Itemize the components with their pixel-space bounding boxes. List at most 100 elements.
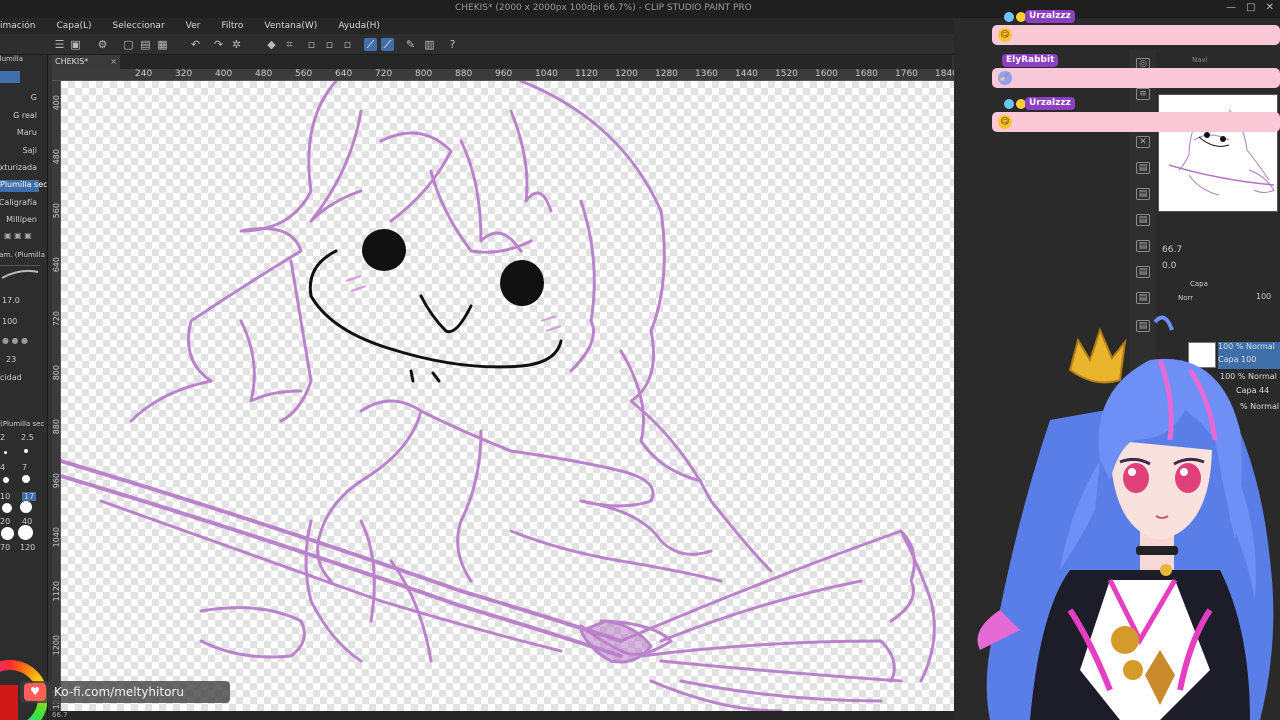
brush-plumilla-seca[interactable]: Plumilla seca	[0, 180, 47, 192]
chat-username[interactable]: Urzalzzz	[1025, 10, 1075, 23]
size-dot[interactable]	[2, 503, 12, 513]
brush-size-panel-label: (Plumilla sec	[0, 420, 45, 428]
fill-icon[interactable]: ◆	[265, 38, 278, 51]
navigator-zoom-value[interactable]: 66.7	[1162, 245, 1182, 255]
close-button[interactable]: ✕	[1266, 2, 1274, 13]
layer-search-icon[interactable]: ▤	[1136, 188, 1150, 200]
chat-emote-icon: 🧹	[998, 71, 1012, 85]
ruler-icon[interactable]: ▫	[323, 38, 336, 51]
chat-username[interactable]: ElyRabbit	[1002, 54, 1059, 67]
antialias-selector[interactable]: ● ● ●	[2, 336, 38, 345]
panel-header: Plumilla	[0, 55, 23, 63]
camera-icon[interactable]: ▤	[1136, 292, 1150, 304]
ruler-tick-label: 640	[52, 257, 61, 273]
help-icon[interactable]: ?	[446, 38, 459, 51]
brush-texturizada[interactable]: Texturizada	[0, 163, 37, 172]
redo-icon[interactable]: ↷	[212, 38, 225, 51]
layer-tab-label[interactable]: Capa	[1190, 280, 1208, 288]
color-square[interactable]	[0, 685, 18, 720]
ruler-tick-label: 480	[52, 149, 61, 165]
menu-icon[interactable]: ☰	[53, 38, 66, 51]
size-preset[interactable]: 7	[22, 463, 27, 472]
new-file-icon[interactable]: ▢	[122, 38, 135, 51]
new-canvas-icon[interactable]: ▣	[69, 38, 82, 51]
menu-select[interactable]: Seleccionar	[113, 21, 165, 31]
brush-size-grid[interactable]: 2 2.5 4 7 10 17 20 40 70 120	[0, 433, 47, 583]
menu-animation[interactable]: imación	[0, 21, 35, 31]
close-palette-icon[interactable]: ✕	[1136, 136, 1150, 148]
brush-opacity-value[interactable]: 100	[2, 317, 17, 326]
save-icon[interactable]: ▦	[156, 38, 169, 51]
open-folder-icon[interactable]: ▤	[139, 38, 152, 51]
sub-tool-controls[interactable]: ▣ ▣ ▣	[4, 231, 44, 241]
navigator-tab-label[interactable]: Navi	[1192, 56, 1208, 64]
avatar-bell-icon	[1160, 564, 1172, 576]
dock-menu-icon[interactable]: ≡	[1136, 88, 1150, 100]
avatar-right-eye	[1175, 463, 1201, 493]
size-preset[interactable]: 10	[0, 492, 10, 501]
size-dot[interactable]	[24, 449, 28, 453]
size-preset[interactable]: 2.5	[21, 433, 34, 442]
document-tab[interactable]: CHEKIS* ×	[52, 55, 120, 69]
ruler-tick-label: 1120	[575, 69, 598, 79]
menu-window[interactable]: Ventana(W)	[264, 21, 317, 31]
ruler-tick-label: 720	[52, 311, 61, 327]
menu-layer[interactable]: Capa(L)	[56, 21, 91, 31]
sub-view-icon[interactable]: ▤	[1136, 240, 1150, 252]
menu-view[interactable]: Ver	[186, 21, 201, 31]
size-preset[interactable]: 120	[20, 543, 35, 552]
blend-mode-select[interactable]: Norr	[1178, 294, 1193, 302]
avatar-left-eye	[1123, 463, 1149, 493]
snap-icon[interactable]: ▫	[341, 38, 354, 51]
history-icon[interactable]: ▤	[1136, 266, 1150, 278]
undo-icon[interactable]: ↶	[189, 38, 202, 51]
size-preset[interactable]: 20	[0, 517, 10, 526]
settings-icon[interactable]: ⚙	[96, 38, 109, 51]
brush-saji[interactable]: Saji	[23, 146, 37, 155]
size-dot[interactable]	[18, 525, 33, 540]
kofi-banner[interactable]: ♥ Ko-fi.com/meltyhitoru	[20, 681, 230, 703]
size-dot[interactable]	[1, 527, 14, 540]
size-preset[interactable]: 4	[0, 463, 5, 472]
aa-value[interactable]: 23	[6, 355, 16, 364]
brush-millipen[interactable]: Millipen	[6, 215, 37, 224]
size-dot[interactable]	[20, 501, 32, 513]
drawing-canvas[interactable]	[61, 81, 954, 711]
size-dot[interactable]	[3, 477, 9, 483]
layer-property-icon[interactable]: ▤	[1136, 162, 1150, 174]
ruler-tick-label: 1200	[52, 635, 61, 656]
size-preset-selected[interactable]: 17	[22, 492, 37, 501]
transform-icon[interactable]: ⌗	[283, 38, 296, 51]
material-icon[interactable]: ▤	[1136, 214, 1150, 226]
ruler-tick-label: 1680	[855, 69, 878, 79]
size-preset[interactable]: 70	[0, 543, 10, 552]
layer-opacity-value[interactable]: 100	[1256, 292, 1271, 301]
loading-icon[interactable]: ✲	[230, 38, 243, 51]
tab-close-icon[interactable]: ×	[110, 55, 117, 69]
navigator-rotate-value[interactable]: 0.0	[1162, 261, 1176, 271]
layer-icon[interactable]: ▥	[423, 38, 436, 51]
window-controls: — □ ✕	[1226, 2, 1274, 13]
maximize-button[interactable]: □	[1246, 2, 1255, 13]
menu-filter[interactable]: Filtro	[221, 21, 243, 31]
grid-icon[interactable]: ▫	[305, 38, 318, 51]
minimize-button[interactable]: —	[1226, 2, 1236, 13]
chat-username[interactable]: Urzalzzz	[1025, 97, 1075, 110]
snap-ruler-icon[interactable]: ⟋	[364, 38, 377, 51]
status-zoom[interactable]: 66.7	[52, 711, 68, 719]
size-dot[interactable]	[4, 451, 7, 454]
brush-caligrafia[interactable]: Caligrafía	[0, 198, 37, 207]
brush-size-value[interactable]: 17.0	[2, 296, 20, 305]
size-dot[interactable]	[22, 475, 30, 483]
ruler-tick-label: 1440	[735, 69, 758, 79]
menu-help[interactable]: Ayuda(H)	[338, 21, 380, 31]
snap-special-icon[interactable]: ⟋	[381, 38, 394, 51]
brush-g-real[interactable]: G real	[13, 111, 37, 120]
kofi-link-text[interactable]: Ko-fi.com/meltyhitoru	[54, 685, 184, 699]
title-bar: CHEKIS* (2000 x 2000px 100dpi 66.7%) - C…	[0, 0, 1280, 18]
brush-icon[interactable]: ✎	[404, 38, 417, 51]
brush-g[interactable]: G	[31, 93, 37, 102]
brush-maru[interactable]: Maru	[17, 128, 37, 137]
size-preset[interactable]: 2	[0, 433, 5, 442]
selected-brush-swatch[interactable]	[0, 71, 20, 83]
